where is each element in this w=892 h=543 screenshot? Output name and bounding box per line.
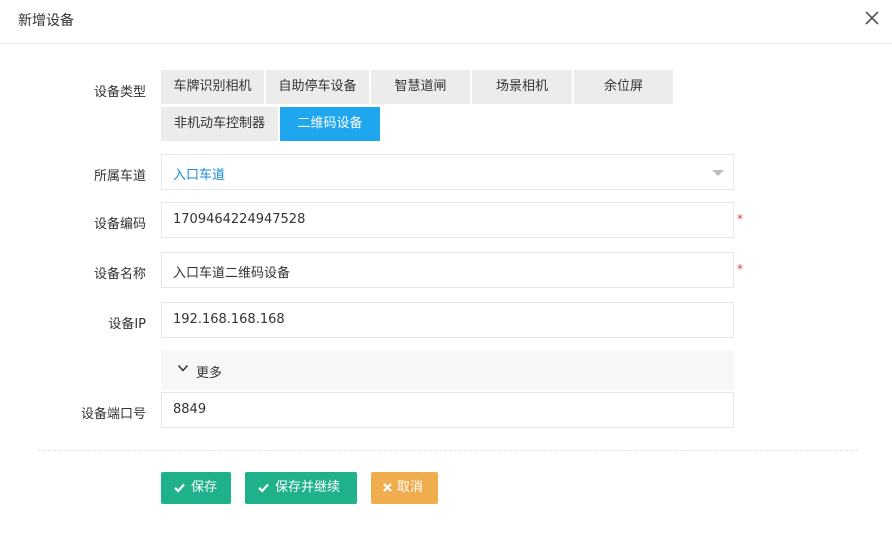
device-code-input[interactable]: 1709464224947528 (161, 202, 734, 238)
lane-label: 所属车道 (93, 169, 146, 184)
cancel-button[interactable]: 取消 (371, 472, 438, 504)
device-type-label: 设备类型 (93, 85, 146, 100)
save-button[interactable]: 保存 (161, 472, 231, 504)
chevron-down-icon (177, 364, 189, 372)
device-name-label: 设备名称 (93, 267, 146, 282)
dialog-title: 新增设备 (18, 13, 74, 29)
check-icon (258, 483, 269, 493)
cancel-label: 取消 (397, 480, 424, 495)
type-option-lpr-camera[interactable]: 车牌识别相机 (161, 70, 264, 104)
dialog-header: 新增设备 (0, 0, 892, 44)
device-port-label: 设备端口号 (80, 407, 146, 422)
device-ip-label: 设备IP (108, 317, 146, 332)
type-option-self-parking[interactable]: 自助停车设备 (266, 70, 369, 104)
check-icon (174, 483, 185, 493)
device-code-label: 设备编码 (93, 217, 146, 232)
device-code-value: 1709464224947528 (173, 212, 306, 227)
close-icon (383, 483, 392, 492)
save-and-continue-button[interactable]: 保存并继续 (245, 472, 357, 504)
lane-selected-value: 入口车道 (173, 168, 226, 183)
dropdown-caret-icon (712, 170, 724, 176)
close-icon[interactable] (862, 8, 882, 28)
device-ip-input[interactable]: 192.168.168.168 (161, 302, 734, 338)
type-option-nonmotor-controller[interactable]: 非机动车控制器 (161, 107, 278, 141)
type-option-qrcode-device[interactable]: 二维码设备 (280, 107, 380, 141)
device-name-input[interactable]: 入口车道二维码设备 (161, 252, 734, 288)
type-option-scene-camera[interactable]: 场景相机 (472, 70, 572, 104)
device-ip-value: 192.168.168.168 (173, 312, 285, 327)
more-label: 更多 (196, 366, 223, 381)
required-mark: * (737, 212, 743, 226)
device-name-value: 入口车道二维码设备 (173, 266, 291, 281)
more-toggle[interactable]: 更多 (161, 350, 734, 390)
device-port-value: 8849 (173, 402, 207, 417)
device-port-input[interactable]: 8849 (161, 392, 734, 428)
type-option-smart-barrier[interactable]: 智慧道闸 (371, 70, 470, 104)
lane-select[interactable]: 入口车道 (161, 154, 734, 190)
save-and-continue-label: 保存并继续 (275, 480, 341, 495)
required-mark: * (737, 262, 743, 276)
type-option-spaces-display[interactable]: 余位屏 (574, 70, 673, 104)
save-label: 保存 (191, 480, 218, 495)
divider (38, 450, 858, 451)
